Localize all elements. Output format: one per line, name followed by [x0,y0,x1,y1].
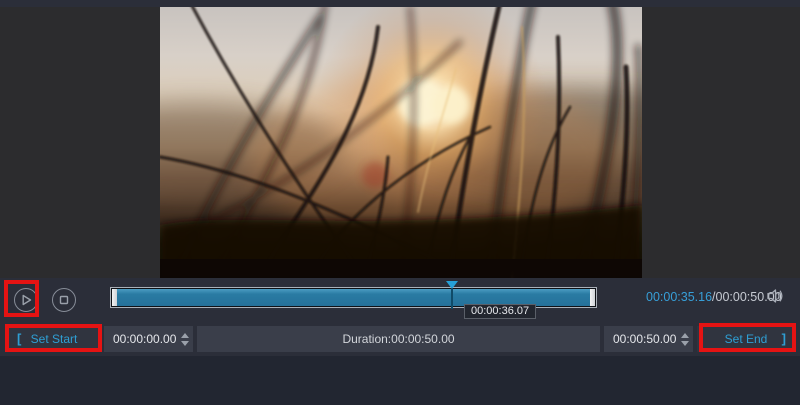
end-time-stepper[interactable] [677,326,693,352]
play-icon [15,289,37,311]
start-bracket-icon: [ [17,331,21,346]
duration-display: Duration:00:00:50.00 [197,326,600,352]
volume-button[interactable] [766,288,785,309]
video-preview-frame[interactable] [160,7,642,278]
stepper-down-icon[interactable] [181,341,189,346]
set-start-label: Set Start [14,332,94,346]
set-end-button[interactable]: Set End ] [697,326,795,352]
start-time-stepper[interactable] [177,326,193,352]
trim-end-handle[interactable] [590,289,595,306]
end-time-input[interactable] [604,332,677,346]
end-bracket-icon: ] [782,331,786,346]
stepper-down-icon[interactable] [681,341,689,346]
current-time: 00:00:35.16 [646,290,712,304]
duration-label: Duration:00:00:50.00 [342,332,454,346]
play-button[interactable] [14,288,38,312]
stepper-up-icon[interactable] [681,333,689,338]
set-end-label: Set End [703,332,789,346]
trim-start-handle[interactable] [112,289,117,306]
playhead-time-tooltip: 00:00:36.07 [464,304,536,319]
video-trimmer-window: 00:00:36.07 00:00:35.16/00:00:50.00 [ Se… [0,0,800,405]
stop-button[interactable] [52,288,76,312]
end-time-field [604,326,693,352]
set-start-button[interactable]: [ Set Start [8,326,100,352]
timeline-track[interactable]: 00:00:36.07 [110,287,597,308]
playhead-line [451,288,453,309]
start-time-field [104,326,193,352]
video-preview-area [0,7,800,278]
speaker-icon [766,288,785,304]
notice-bar: ! We currently do not support audio reve… [0,356,800,405]
stop-icon [53,289,75,311]
time-display: 00:00:35.16/00:00:50.00 [646,290,782,304]
stepper-up-icon[interactable] [181,333,189,338]
start-time-input[interactable] [104,332,177,346]
